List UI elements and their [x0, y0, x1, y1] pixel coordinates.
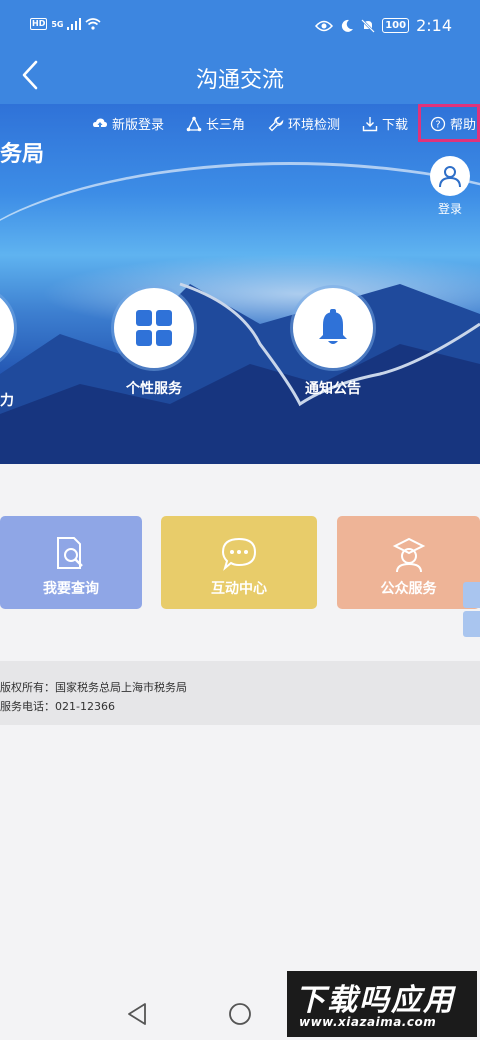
chat-bubble-icon	[161, 536, 317, 574]
page-title: 沟通交流	[195, 68, 284, 93]
service-phone-text: 服务电话：021-12366	[0, 700, 115, 713]
back-icon[interactable]	[14, 58, 48, 92]
side-floating-tabs[interactable]	[463, 582, 480, 640]
tile-query[interactable]: 我要查询	[0, 516, 142, 609]
wifi-icon	[85, 18, 102, 30]
copyright-text: 版权所有：国家税务总局上海市税务局	[0, 681, 187, 694]
app-header: HD 5G 100 2:14 沟通交流	[0, 0, 480, 104]
login-button[interactable]: 登录	[428, 156, 472, 217]
watermark-url: www.xiazaima.com	[299, 1015, 437, 1029]
hero-banner: 新版登录 长三角 环境检测 下载 ? 帮助 务局 登录 力 个性服务 通知公告	[0, 104, 480, 464]
status-bar: HD 5G 100 2:14	[0, 0, 480, 52]
bell-icon	[293, 288, 373, 368]
nav-header: 沟通交流	[0, 52, 480, 104]
great-wall-mountains	[0, 282, 480, 464]
user-avatar-icon	[430, 156, 470, 196]
document-search-icon	[0, 536, 142, 574]
top-links-bar: 新版登录 长三角 环境检测 下载 ? 帮助	[0, 104, 480, 142]
service-person-icon	[337, 536, 480, 574]
download-icon	[362, 116, 378, 131]
watermark-logo: 下载吗应用 www.xiazaima.com	[287, 971, 477, 1037]
feature-label: 个性服务	[126, 381, 182, 397]
signal-icon	[67, 18, 82, 30]
login-label: 登录	[437, 202, 462, 216]
tile-label: 我要查询	[43, 581, 99, 597]
cloud-up-icon	[93, 118, 107, 129]
feature-personal-service[interactable]: 个性服务	[94, 288, 214, 398]
brand-title: 务局	[0, 142, 45, 167]
tile-public-service[interactable]: 公众服务	[337, 516, 480, 609]
wrench-icon	[268, 116, 284, 131]
eye-icon	[315, 20, 334, 31]
tile-interaction[interactable]: 互动中心	[161, 516, 317, 609]
feature-partial-label: 力	[0, 393, 14, 409]
triangle-nodes-icon	[186, 116, 202, 131]
grid-icon	[114, 288, 194, 368]
nav-home-icon[interactable]	[228, 1002, 252, 1026]
nav-back-icon[interactable]	[126, 1002, 148, 1026]
side-tab-doc-icon[interactable]	[463, 582, 480, 608]
link-env-check[interactable]: 环境检测	[268, 114, 340, 133]
link-new-login[interactable]: 新版登录	[92, 114, 164, 133]
help-highlight-box	[418, 104, 480, 142]
feature-label: 通知公告	[305, 381, 361, 397]
clock: 2:14	[416, 16, 452, 35]
hd-indicator: HD	[30, 18, 48, 30]
watermark-title: 下载吗应用	[295, 983, 455, 1018]
mute-icon	[361, 18, 376, 33]
link-yangtze-delta[interactable]: 长三角	[186, 114, 245, 133]
moon-icon	[342, 19, 354, 32]
battery-indicator: 100	[382, 18, 410, 33]
side-tab-shield-icon[interactable]	[463, 611, 480, 637]
feature-notices[interactable]: 通知公告	[273, 288, 393, 398]
footer-info: 版权所有：国家税务总局上海市税务局 服务电话：021-12366	[0, 661, 480, 725]
tile-label: 互动中心	[211, 581, 267, 597]
link-download[interactable]: 下载	[362, 114, 408, 133]
tile-label: 公众服务	[380, 581, 437, 597]
network-indicator: 5G	[51, 19, 64, 29]
